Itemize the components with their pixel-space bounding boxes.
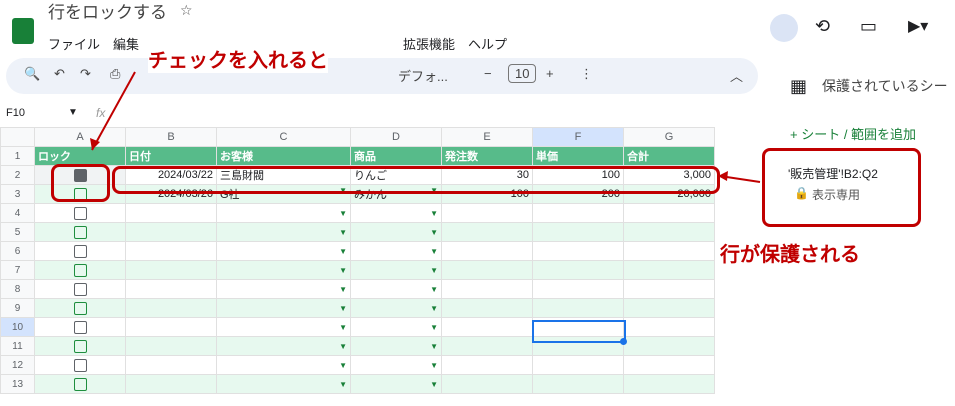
- selected-cell[interactable]: [532, 320, 626, 343]
- fill-handle[interactable]: [620, 338, 627, 345]
- annotation-arrows: [90, 71, 761, 183]
